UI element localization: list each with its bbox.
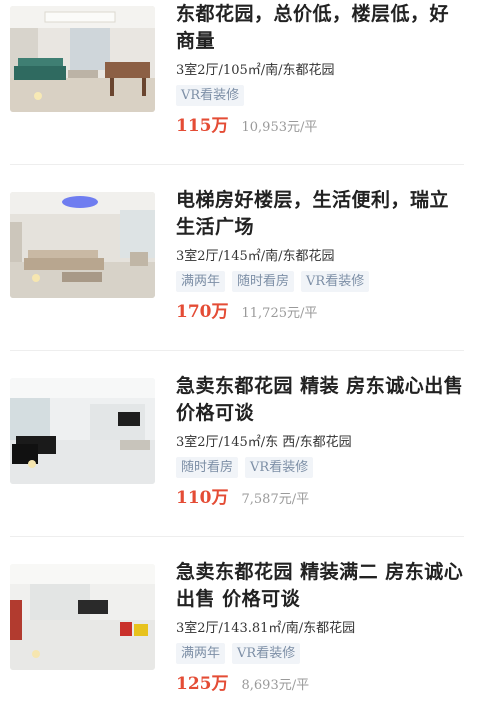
price-row: 125万 8,693元/平 <box>176 669 309 694</box>
listing-photo[interactable] <box>10 6 155 112</box>
listing-info: 3室2厅/143.81㎡/南/东都花园 <box>176 621 356 636</box>
tag-badge: 随时看房 <box>176 457 239 478</box>
listing-tags: 满两年 VR看装修 <box>176 643 301 664</box>
total-price: 125万 <box>176 674 229 694</box>
listing-card[interactable]: 东都花园，总价低，楼层低，好商量 3室2厅/105㎡/南/东都花园 VR看装修 … <box>0 0 491 163</box>
tag-badge: 满两年 <box>176 271 226 292</box>
listing-photo[interactable] <box>10 378 155 484</box>
unit-price: 10,953元/平 <box>241 120 318 135</box>
tag-badge: VR看装修 <box>176 85 245 106</box>
listing-info: 3室2厅/145㎡/南/东都花园 <box>176 249 335 264</box>
tag-badge: VR看装修 <box>301 271 370 292</box>
listing-card[interactable]: 电梯房好楼层，生活便利，瑞立生活广场 3室2厅/145㎡/南/东都花园 满两年 … <box>0 163 491 349</box>
listing-card[interactable]: 急卖东都花园 精装满二 房东诚心出售 价格可谈 3室2厅/143.81㎡/南/东… <box>0 535 491 707</box>
listing-photo[interactable] <box>10 564 155 670</box>
listing-tags: 随时看房 VR看装修 <box>176 457 314 478</box>
unit-price: 11,725元/平 <box>241 306 318 321</box>
listing-tags: VR看装修 <box>176 85 245 106</box>
unit-price: 7,587元/平 <box>241 492 310 507</box>
listing-photo[interactable] <box>10 192 155 298</box>
listing-tags: 满两年 随时看房 VR看装修 <box>176 271 370 292</box>
unit-price: 8,693元/平 <box>241 678 310 693</box>
listing-card[interactable]: 急卖东都花园 精装 房东诚心出售 价格可谈 3室2厅/145㎡/东 西/东都花园… <box>0 349 491 535</box>
total-price: 110万 <box>176 488 229 508</box>
listing-title[interactable]: 电梯房好楼层，生活便利，瑞立生活广场 <box>176 187 466 241</box>
price-row: 115万 10,953元/平 <box>176 111 317 136</box>
tag-badge: 满两年 <box>176 643 226 664</box>
price-row: 110万 7,587元/平 <box>176 483 309 508</box>
price-row: 170万 11,725元/平 <box>176 297 317 322</box>
tag-badge: 随时看房 <box>232 271 295 292</box>
tag-badge: VR看装修 <box>245 457 314 478</box>
total-price: 115万 <box>176 116 229 136</box>
listing-title[interactable]: 东都花园，总价低，楼层低，好商量 <box>176 1 466 55</box>
tag-badge: VR看装修 <box>232 643 301 664</box>
listing-list: 东都花园，总价低，楼层低，好商量 3室2厅/105㎡/南/东都花园 VR看装修 … <box>0 0 491 707</box>
listing-title[interactable]: 急卖东都花园 精装满二 房东诚心出售 价格可谈 <box>176 559 466 613</box>
listing-info: 3室2厅/105㎡/南/东都花园 <box>176 63 335 78</box>
listing-title[interactable]: 急卖东都花园 精装 房东诚心出售 价格可谈 <box>176 373 466 427</box>
total-price: 170万 <box>176 302 229 322</box>
listing-info: 3室2厅/145㎡/东 西/东都花园 <box>176 435 352 450</box>
